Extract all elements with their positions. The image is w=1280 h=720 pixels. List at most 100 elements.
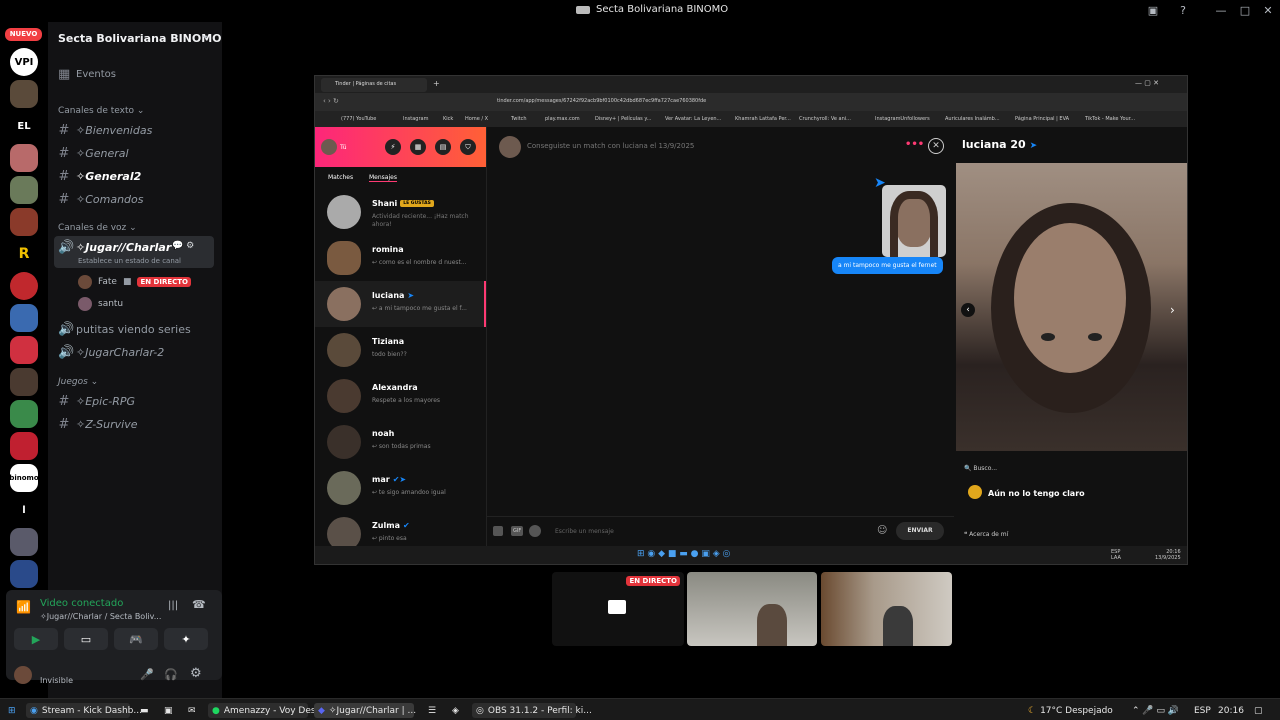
- tray-icons[interactable]: ⌃ 🎤 ▭ 🔊: [1128, 703, 1183, 718]
- message-bubble[interactable]: a mi tampoco me gusta el fernet: [832, 257, 943, 274]
- channel-actions-icons[interactable]: 💬 ⚙: [172, 241, 194, 251]
- bookmark[interactable]: Kick: [443, 116, 453, 122]
- bookmark[interactable]: Página Principal | EVA: [1015, 116, 1069, 122]
- send-button[interactable]: ENVIAR: [896, 522, 944, 540]
- server-icon[interactable]: [10, 144, 38, 172]
- category-text[interactable]: Canales de texto ⌄: [58, 106, 144, 116]
- help-icon[interactable]: ?: [1175, 3, 1191, 19]
- voice-channel-jugar2[interactable]: 🔊 ✧JugarCharlar-2: [58, 345, 164, 360]
- server-icon[interactable]: [10, 304, 38, 332]
- server-vpi[interactable]: VPI: [10, 48, 38, 76]
- tab-tinder[interactable]: Tinder | Páginas de citas: [321, 78, 427, 92]
- server-icon[interactable]: [10, 176, 38, 204]
- conversation-row-selected[interactable]: luciana ➤ ↩ a mi tampoco me gusta el f...: [315, 281, 486, 327]
- active-voice-channel[interactable]: 🔊 ✧Jugar//Charlar Establece un estado de …: [54, 236, 214, 268]
- gif-button[interactable]: GIF: [511, 526, 524, 536]
- mail-icon[interactable]: ✉: [184, 703, 200, 718]
- taskbar-item[interactable]: ◉ Stream - Kick Dashb...: [26, 703, 142, 718]
- channel-general[interactable]: # ✧General: [58, 146, 129, 161]
- server-icon[interactable]: [10, 208, 38, 236]
- server-icon[interactable]: [10, 80, 38, 108]
- shield-icon[interactable]: ⛉: [460, 139, 476, 155]
- voice-user-fate[interactable]: Fate ■ EN DIRECTO: [78, 275, 191, 289]
- events-link[interactable]: ▦ Eventos: [58, 67, 116, 82]
- bookmark[interactable]: Crunchyroll: Ve ani...: [799, 116, 851, 122]
- previous-photo-icon[interactable]: ‹: [961, 303, 975, 317]
- message-input[interactable]: Escribe un mensaje: [555, 528, 614, 535]
- taskbar-item[interactable]: ◆ ✧Jugar//Charlar | ...: [314, 703, 416, 718]
- weather-widget[interactable]: ☾ 17°C Despejado: [1024, 703, 1117, 718]
- minimize-button[interactable]: —: [1213, 3, 1229, 19]
- microphone-icon[interactable]: 🎤: [140, 668, 154, 681]
- conversation-row[interactable]: mar ✔➤ ↩ te sigo amandoo igual: [315, 465, 486, 511]
- avatar[interactable]: [499, 136, 521, 158]
- voice-channel-jugar[interactable]: 🔊 ✧Jugar//Charlar: [58, 240, 171, 255]
- more-options-icon[interactable]: •••: [905, 139, 924, 150]
- bookmark[interactable]: Ver Avatar: La Leyen...: [665, 116, 721, 122]
- bookmark[interactable]: play.max.com: [545, 116, 580, 122]
- taskbar-item[interactable]: ● Amenazzy - Voy Des...: [208, 703, 324, 718]
- gif-message[interactable]: [882, 185, 946, 257]
- noise-suppression-icon[interactable]: |||: [168, 600, 178, 611]
- activity-button[interactable]: 🎮: [114, 628, 158, 650]
- screen-share-button[interactable]: ▭: [64, 628, 108, 650]
- steam-icon[interactable]: ◈: [448, 703, 463, 718]
- server-r-icon[interactable]: R: [10, 240, 38, 268]
- url-text[interactable]: tinder.com/app/messages/67242f92acb9bf01…: [497, 98, 706, 104]
- channel-general2[interactable]: # ✧General2: [58, 169, 142, 184]
- tab-mensajes[interactable]: Mensajes: [369, 174, 397, 182]
- tab-matches[interactable]: Matches: [328, 174, 353, 181]
- bookmark[interactable]: Disney+ | Películas y...: [595, 116, 651, 122]
- server-icon[interactable]: [10, 272, 38, 300]
- video-tile-stream[interactable]: EN DIRECTO: [552, 572, 684, 646]
- profile-label[interactable]: Tú: [340, 144, 347, 151]
- new-tab-icon[interactable]: +: [433, 79, 440, 88]
- nav-icons[interactable]: ‹ › ↻: [323, 97, 339, 105]
- soundboard-button[interactable]: ✦: [164, 628, 208, 650]
- app-icon[interactable]: ▣: [160, 703, 177, 718]
- briefcase-icon[interactable]: ▤: [435, 139, 451, 155]
- server-icon[interactable]: [10, 336, 38, 364]
- bookmark[interactable]: Home / X: [465, 116, 488, 122]
- server-binomo[interactable]: binomo: [10, 464, 38, 492]
- disconnect-icon[interactable]: ☎: [192, 598, 206, 611]
- music-icon[interactable]: [529, 525, 541, 537]
- conversation-row[interactable]: Alexandra Respete a los mayores: [315, 373, 486, 419]
- grid-icon[interactable]: ▦: [410, 139, 426, 155]
- explorer-icon[interactable]: ▬: [136, 703, 153, 718]
- avatar[interactable]: [321, 139, 337, 155]
- channel-z-survive[interactable]: # ✧Z-Survive: [58, 417, 138, 432]
- voice-channel-putitas[interactable]: 🔊 putitas viendo series: [58, 322, 191, 337]
- language-indicator[interactable]: ESP: [1190, 703, 1215, 718]
- bookmark[interactable]: (777) YouTube: [341, 116, 376, 122]
- conversation-row[interactable]: Tiziana todo bien??: [315, 327, 486, 373]
- bookmark[interactable]: Twitch: [511, 116, 527, 122]
- category-games[interactable]: Juegos ⌄: [58, 377, 98, 387]
- voice-user-santu[interactable]: santu: [78, 297, 123, 311]
- conversation-row[interactable]: Shani LE GUSTAS Actividad reciente... ¡Ha…: [315, 189, 486, 235]
- voice-status[interactable]: Video conectado: [40, 598, 123, 609]
- emoji-icon[interactable]: ☺: [877, 525, 887, 536]
- category-voice[interactable]: Canales de voz ⌄: [58, 223, 137, 233]
- server-icon[interactable]: [10, 560, 38, 588]
- close-chat-icon[interactable]: ✕: [928, 138, 944, 154]
- start-button[interactable]: ⊞: [4, 703, 20, 718]
- channel-epic-rpg[interactable]: # ✧Epic-RPG: [58, 394, 135, 409]
- server-icon[interactable]: [10, 432, 38, 460]
- camera-button[interactable]: ▶: [14, 628, 58, 650]
- conversation-row[interactable]: Zulma ✔ ↩ pinto esa: [315, 511, 486, 546]
- headphones-icon[interactable]: 🎧: [164, 668, 178, 681]
- settings-gear-icon[interactable]: ⚙: [190, 666, 202, 681]
- terminal-icon[interactable]: ☰: [424, 703, 440, 718]
- bookmark[interactable]: Instagram: [403, 116, 428, 122]
- channel-bienvenidas[interactable]: # ✧Bienvenidas: [58, 123, 153, 138]
- bookmark[interactable]: InstagramUnfollowers: [875, 116, 930, 122]
- bookmark[interactable]: TikTok - Make Your...: [1085, 116, 1135, 122]
- window-controls[interactable]: — ▢ ✕: [1135, 79, 1159, 87]
- avatar[interactable]: [14, 666, 32, 684]
- sticker-icon[interactable]: [493, 526, 503, 536]
- video-tile-camera[interactable]: [821, 572, 952, 646]
- channel-comandos[interactable]: # ✧Comandos: [58, 192, 144, 207]
- voice-location[interactable]: ✧Jugar//Charlar / Secta Boliv...: [40, 612, 161, 621]
- server-header[interactable]: Secta Bolivariana BINOMO ⌄: [48, 22, 222, 52]
